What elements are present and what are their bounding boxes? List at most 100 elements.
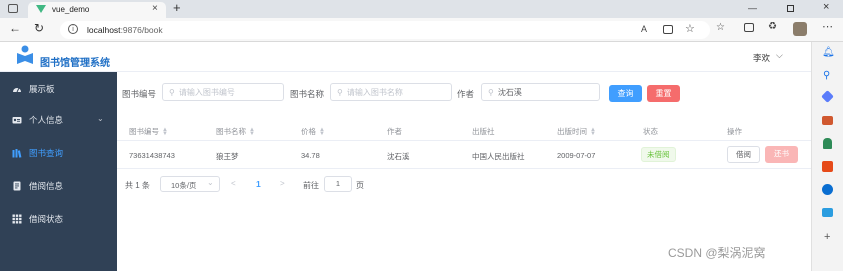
book-number-placeholder: 请输入图书编号 <box>178 87 235 97</box>
borrow-button[interactable]: 借阅 <box>727 146 760 163</box>
goto-page-input[interactable]: 1 <box>324 176 352 192</box>
book-name-placeholder: 请输入图书名称 <box>346 87 403 97</box>
bell-icon[interactable]: 🔔︎ <box>822 47 835 58</box>
more-menu-icon[interactable]: ⋯ <box>822 20 833 33</box>
browser-side-panel: 🔔︎ ⚲ + <box>811 42 843 271</box>
sidebar-item-label: 借阅信息 <box>29 181 64 191</box>
column-header-book-name[interactable]: 图书名称 ▲ ▼ <box>216 126 255 137</box>
books-icon <box>12 148 22 158</box>
author-input[interactable]: ⚲ 沈石溪 <box>481 83 600 101</box>
column-header-publisher: 出版社 <box>472 127 495 136</box>
dashboard-icon <box>12 84 22 94</box>
watermark: CSDN @梨涡泥窝 <box>668 246 766 260</box>
profile-avatar[interactable] <box>793 22 807 36</box>
tab-close-icon[interactable]: × <box>152 3 158 14</box>
author-value: 沈石溪 <box>497 87 522 97</box>
column-header-book-number[interactable]: 图书编号 ▲ ▼ <box>129 126 168 137</box>
close-window-icon[interactable]: × <box>823 1 829 13</box>
cell-author: 沈石溪 <box>387 152 410 161</box>
book-name-label: 图书名称 <box>290 89 325 99</box>
url-host: localhost <box>87 25 121 35</box>
table-header-row: 图书编号 ▲ ▼ 图书名称 ▲ ▼ 价格 ▲ ▼ 作者 出版社 出版时间 ▲ ▼ 状态 操作 <box>117 119 811 141</box>
favorites-bar-icon[interactable]: ☆ <box>716 22 725 33</box>
sidebar-item-borrow-status[interactable]: 借阅状态 <box>0 205 117 233</box>
read-aloud-icon[interactable]: A <box>641 24 647 34</box>
sidebar-item-label: 展示板 <box>29 84 55 94</box>
page-size-value: 10条/页 <box>171 181 197 190</box>
prev-page-icon[interactable]: < <box>231 179 236 188</box>
table-row: 73631438743 狼王梦 34.78 沈石溪 中国人民出版社 2009-0… <box>117 141 811 169</box>
tab-title: vue_demo <box>52 5 90 14</box>
next-page-icon[interactable]: > <box>280 179 285 188</box>
page-size-select[interactable]: 10条/页 ⌄ <box>160 176 220 192</box>
url-field[interactable]: i localhost:9876/book A ☆ <box>60 21 710 39</box>
current-page[interactable]: 1 <box>256 179 261 189</box>
sort-icon[interactable]: ▲ ▼ <box>590 127 596 137</box>
toolbox-icon[interactable] <box>822 116 833 125</box>
office-icon[interactable] <box>822 161 833 172</box>
user-name[interactable]: 李欢 <box>753 52 770 64</box>
add-icon[interactable]: + <box>824 231 830 243</box>
back-icon[interactable]: ← <box>9 21 21 35</box>
sidebar-item-dashboard[interactable]: 展示板 <box>0 75 117 103</box>
search-icon: ⚲ <box>488 87 494 97</box>
tab-actions-icon[interactable] <box>8 4 18 13</box>
cell-publish-date: 2009-07-07 <box>557 151 596 160</box>
split-screen-icon[interactable] <box>663 25 673 34</box>
url-path: :9876/book <box>120 25 163 35</box>
collections-icon[interactable] <box>744 23 754 32</box>
column-header-price[interactable]: 价格 ▲ ▼ <box>301 126 325 137</box>
user-dropdown-icon[interactable]: ⌵ <box>776 50 783 61</box>
extensions-icon[interactable]: ♻ <box>768 21 777 32</box>
search-icon[interactable]: ⚲ <box>823 70 830 81</box>
cell-book-name: 狼王梦 <box>216 152 239 161</box>
vue-logo-icon <box>36 5 46 13</box>
person-icon[interactable] <box>823 138 832 149</box>
sidebar-item-label: 借阅状态 <box>29 214 64 224</box>
cell-book-number: 73631438743 <box>129 151 175 160</box>
sidebar-item-label: 个人信息 <box>29 115 64 125</box>
outlook-icon[interactable] <box>822 184 833 195</box>
sort-icon[interactable]: ▲ ▼ <box>319 127 325 137</box>
pagination-total: 共 1 条 <box>125 181 150 190</box>
column-header-publish-date[interactable]: 出版时间 ▲ ▼ <box>557 126 596 137</box>
restore-icon[interactable] <box>787 5 794 12</box>
sidebar-item-book-search[interactable]: 图书查询 <box>0 139 117 167</box>
minimize-icon[interactable]: — <box>748 3 757 13</box>
favorite-star-icon[interactable]: ☆ <box>685 22 695 35</box>
designer-icon[interactable] <box>822 208 833 217</box>
query-button[interactable]: 查询 <box>609 85 642 102</box>
chevron-down-icon: ⌄ <box>97 114 104 123</box>
return-button[interactable]: 还书 <box>765 146 798 163</box>
app-header: 图书馆管理系统 李欢 ⌵ <box>0 42 811 72</box>
browser-tab[interactable]: vue_demo × <box>28 2 166 18</box>
status-badge: 未借阅 <box>641 147 676 162</box>
tag-icon[interactable] <box>821 90 834 103</box>
sidebar-item-borrow-info[interactable]: 借阅信息 <box>0 172 117 200</box>
grid-icon <box>12 214 22 224</box>
sidebar-item-personal-info[interactable]: 个人信息 ⌄ <box>0 106 117 134</box>
column-header-author: 作者 <box>387 127 402 136</box>
book-number-input[interactable]: ⚲ 请输入图书编号 <box>162 83 284 101</box>
new-tab-icon[interactable]: + <box>173 0 181 15</box>
column-header-actions: 操作 <box>727 127 742 136</box>
ledger-icon <box>12 181 22 191</box>
cell-publisher: 中国人民出版社 <box>472 152 525 161</box>
sort-icon[interactable]: ▲ ▼ <box>249 127 255 137</box>
sidebar: 展示板 个人信息 ⌄ 图书查询 借阅信息 借阅状态 <box>0 72 117 271</box>
page-suffix: 页 <box>356 181 364 190</box>
sort-icon[interactable]: ▲ ▼ <box>162 127 168 137</box>
column-header-status: 状态 <box>643 127 658 136</box>
book-name-input[interactable]: ⚲ 请输入图书名称 <box>330 83 452 101</box>
chevron-down-icon: ⌄ <box>207 178 214 187</box>
refresh-icon[interactable]: ↻ <box>34 21 44 35</box>
info-icon: i <box>68 24 78 34</box>
browser-tab-bar: vue_demo × + — × <box>0 0 843 18</box>
goto-label: 前往 <box>303 181 319 190</box>
author-label: 作者 <box>457 89 475 99</box>
reset-button[interactable]: 重置 <box>647 85 680 102</box>
library-logo-icon <box>16 45 34 65</box>
search-icon: ⚲ <box>169 87 175 97</box>
browser-address-bar: ← ↻ i localhost:9876/book A ☆ ☆ ♻ ⋯ <box>0 18 843 42</box>
sidebar-item-label: 图书查询 <box>29 148 64 158</box>
